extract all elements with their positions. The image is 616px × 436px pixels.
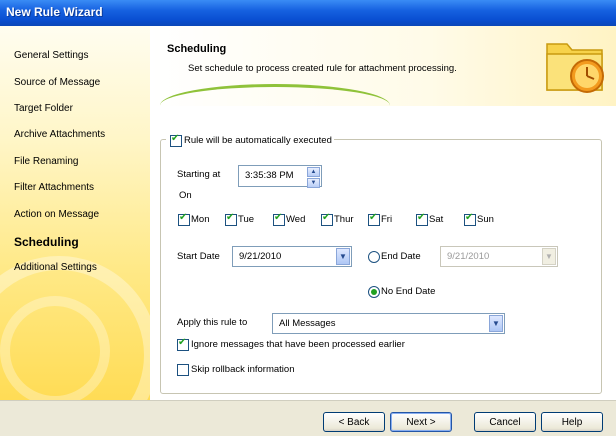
end-date-label: End Date (381, 251, 421, 262)
title-bar: New Rule Wizard (0, 0, 616, 26)
day-tue-label: Tue (238, 214, 255, 225)
end-date-picker[interactable]: 9/21/2010 ▼ (440, 246, 558, 267)
day-thur-checkbox[interactable] (321, 212, 333, 226)
chevron-down-icon[interactable]: ▼ (336, 248, 350, 265)
no-end-date-radio[interactable] (368, 286, 380, 298)
day-mon-label: Mon (191, 214, 210, 225)
sidebar-item-filter-attachments[interactable]: Filter Attachments (14, 182, 94, 193)
page-header: Scheduling Set schedule to process creat… (150, 26, 616, 106)
help-button[interactable]: Help (541, 412, 603, 432)
day-thur-label: Thur (334, 214, 354, 225)
auto-execute-checkbox[interactable] (170, 133, 182, 147)
skip-rollback-checkbox[interactable] (177, 364, 189, 376)
apply-rule-select[interactable]: All Messages ▼ (272, 313, 505, 334)
header-divider-arc (160, 84, 390, 127)
chevron-down-icon[interactable]: ▼ (489, 315, 503, 332)
window-title: New Rule Wizard (6, 5, 103, 19)
back-button[interactable]: < Back (323, 412, 385, 432)
sidebar-item-archive-attachments[interactable]: Archive Attachments (14, 129, 105, 140)
no-end-date-label: No End Date (381, 286, 436, 297)
on-label: On (179, 190, 192, 201)
end-date-value: 9/21/2010 (447, 251, 490, 262)
start-time-spinner[interactable]: 3:35:38 PM ▲ ▼ (238, 165, 322, 188)
day-tue-checkbox[interactable] (225, 212, 237, 226)
skip-rollback-label: Skip rollback information (191, 364, 295, 375)
folder-clock-icon (546, 43, 604, 93)
wizard-sidebar: General Settings Source of Message Targe… (0, 26, 150, 400)
start-date-value: 9/21/2010 (239, 251, 282, 262)
apply-rule-label: Apply this rule to (177, 317, 248, 328)
end-date-radio[interactable] (368, 251, 380, 263)
day-mon-checkbox[interactable] (178, 212, 190, 226)
sidebar-item-scheduling[interactable]: Scheduling (14, 235, 79, 249)
sidebar-item-target-folder[interactable]: Target Folder (14, 103, 73, 114)
sidebar-item-source-of-message[interactable]: Source of Message (14, 77, 100, 88)
ignore-processed-label: Ignore messages that have been processed… (191, 339, 405, 350)
day-wed-label: Wed (286, 214, 306, 225)
start-date-label: Start Date (177, 251, 220, 262)
sidebar-item-file-renaming[interactable]: File Renaming (14, 156, 78, 167)
page-description: Set schedule to process created rule for… (188, 63, 457, 74)
start-date-picker[interactable]: 9/21/2010 ▼ (232, 246, 352, 267)
spin-up-icon[interactable]: ▲ (307, 167, 320, 177)
chevron-down-icon[interactable]: ▼ (542, 248, 556, 265)
page-title: Scheduling (167, 43, 227, 55)
spin-down-icon[interactable]: ▼ (307, 178, 320, 188)
ignore-processed-checkbox[interactable] (177, 337, 189, 351)
day-sat-checkbox[interactable] (416, 212, 428, 226)
day-sun-label: Sun (477, 214, 494, 225)
day-sun-checkbox[interactable] (464, 212, 476, 226)
cancel-button[interactable]: Cancel (474, 412, 536, 432)
day-fri-label: Fri (381, 214, 393, 225)
apply-rule-value: All Messages (279, 318, 336, 329)
day-wed-checkbox[interactable] (273, 212, 285, 226)
sidebar-item-general-settings[interactable]: General Settings (14, 50, 89, 61)
next-button[interactable]: Next > (390, 412, 452, 432)
sidebar-item-additional-settings[interactable]: Additional Settings (14, 262, 97, 273)
starting-at-label: Starting at (177, 169, 221, 180)
day-sat-label: Sat (429, 214, 444, 225)
start-time-value: 3:35:38 PM (245, 170, 294, 181)
decorative-swirl-inner (0, 296, 110, 400)
sidebar-item-action-on-message[interactable]: Action on Message (14, 209, 99, 220)
auto-execute-label: Rule will be automatically executed (184, 135, 332, 146)
day-fri-checkbox[interactable] (368, 212, 380, 226)
